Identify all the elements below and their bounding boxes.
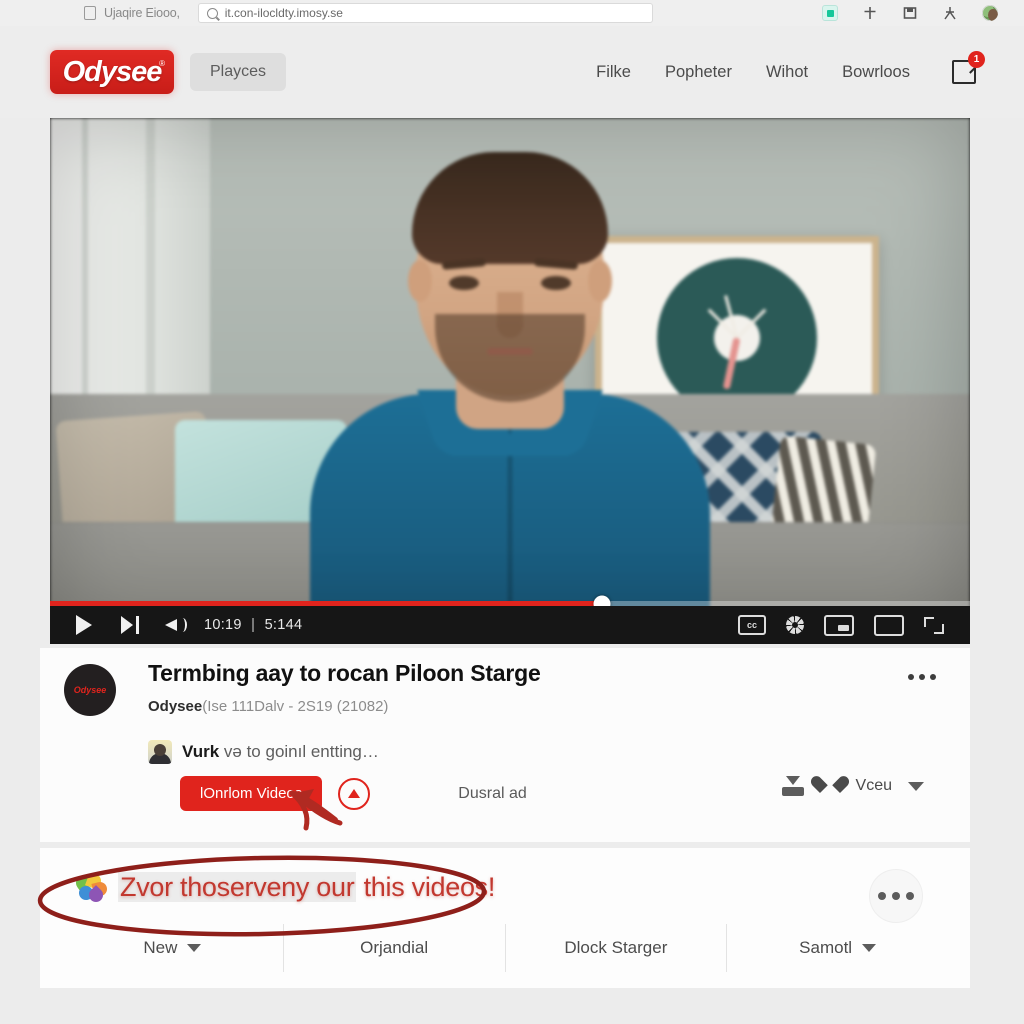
avatar: [148, 740, 172, 764]
header-nav: Filke Popheter Wihot Bowrloos 1: [596, 51, 1024, 84]
time-separator: |: [251, 617, 256, 633]
nav-item-2[interactable]: Wihot: [766, 63, 808, 82]
video-actions: lOnrlom Videos Dusral ad: [180, 776, 527, 811]
search-icon: [206, 7, 218, 19]
extension-icon[interactable]: [822, 5, 838, 21]
video-info-card: Odysee Termbing aay to rocan Piloon Star…: [40, 648, 970, 842]
channel-avatar-text: Odysee: [73, 685, 107, 695]
bottom-tabs: New Orjandial Dlock Starger Samotl: [62, 922, 948, 974]
video-meta: Odysee(Ise 111Dalv - 2S19 (21082): [148, 698, 388, 715]
video-secondary-actions: Vceu: [781, 776, 924, 796]
current-time: 10:19: [204, 617, 242, 633]
tab-new[interactable]: New: [62, 924, 283, 972]
tab-dlock-starger[interactable]: Dlock Starger: [504, 924, 727, 972]
save-icon[interactable]: [902, 6, 918, 21]
browser-tab-title[interactable]: Ujaqire Eiooo,: [104, 6, 180, 20]
heart-icon[interactable]: [820, 777, 840, 795]
browser-toolbar-actions: [822, 5, 1024, 21]
site-header: Odysee ® Playces Filke Popheter Wihot Bo…: [0, 26, 1024, 118]
page-root: Ujaqire Eiooo, it.con-ilocldty.imosy.se …: [0, 0, 1024, 1024]
video-meta-rest: (Ise 111Dalv - 2S19 (21082): [202, 698, 389, 715]
theater-mode-icon[interactable]: [874, 614, 904, 636]
time-display: 10:19 | 5:144: [204, 617, 302, 633]
browser-toolbar: Ujaqire Eiooo, it.con-ilocldty.imosy.se: [0, 0, 1024, 26]
address-bar-url: it.con-ilocldty.imosy.se: [224, 6, 343, 20]
channel-avatar[interactable]: Odysee: [64, 664, 116, 716]
more-options-icon[interactable]: [870, 870, 922, 922]
promo-text: Zvor thoserveny our this videos!: [118, 872, 495, 903]
tab-orjandial-label: Orjandial: [360, 938, 429, 957]
notification-badge: 1: [968, 51, 985, 68]
video-description: Vurk və to goinıl entting…: [148, 740, 379, 764]
notification-button[interactable]: 1: [952, 51, 985, 84]
fullscreen-icon[interactable]: [924, 616, 944, 634]
settings-gear-icon[interactable]: [786, 616, 804, 634]
miniplayer-icon[interactable]: [824, 614, 854, 636]
logo-registered-mark: ®: [159, 59, 165, 68]
promo-text-highlighted: Zvor thoserveny our: [118, 872, 357, 902]
promo-text-trailing: this videos!: [363, 872, 496, 902]
description-text: və to goinıl entting…: [223, 742, 379, 761]
captions-icon[interactable]: cc: [738, 615, 766, 635]
profile-avatar[interactable]: [982, 5, 998, 21]
chevron-down-icon: [862, 944, 877, 952]
player-right-controls: cc: [738, 614, 970, 636]
tab-samotl-label: Samotl: [799, 938, 853, 957]
like-label: Vceu: [855, 777, 892, 794]
ad-label: Dusral ad: [458, 784, 527, 802]
play-icon[interactable]: [72, 613, 96, 637]
tab-favicon: [84, 6, 96, 20]
address-bar[interactable]: it.con-ilocldty.imosy.se: [197, 3, 653, 23]
promo-row: Zvor thoserveny our this videos!: [73, 871, 495, 905]
alert-circle-icon[interactable]: [338, 777, 371, 810]
chevron-down-icon[interactable]: [908, 781, 924, 791]
volume-icon[interactable]: [164, 613, 188, 637]
nav-item-0[interactable]: Filke: [596, 63, 631, 82]
promo-card: Zvor thoserveny our this videos! New Orj…: [40, 848, 970, 988]
next-track-icon[interactable]: [118, 613, 142, 637]
description-author: Vurk: [182, 742, 220, 761]
add-icon[interactable]: [862, 6, 878, 21]
logo-text: Odysee: [62, 55, 163, 88]
tab-orjandial[interactable]: Orjandial: [282, 924, 505, 972]
nav-item-3[interactable]: Bowrloos: [842, 63, 910, 82]
random-videos-button[interactable]: lOnrlom Videos: [180, 776, 323, 811]
tab-new-label: New: [143, 938, 178, 957]
video-meta-channel: Odysee: [148, 698, 203, 715]
more-options-icon[interactable]: [908, 674, 936, 680]
chevron-down-icon: [187, 944, 202, 952]
flower-icon: [73, 871, 109, 905]
people-icon[interactable]: [942, 6, 958, 21]
page-title: Termbing aay to rocan Piloon Starge: [148, 660, 541, 686]
video-frame-image: · · · · · ·: [50, 118, 970, 644]
download-icon[interactable]: [781, 776, 804, 796]
odysee-logo[interactable]: Odysee ®: [50, 50, 174, 94]
duration: 5:144: [264, 617, 303, 633]
places-pill-button[interactable]: Playces: [190, 53, 287, 91]
tab-dlock-starger-label: Dlock Starger: [564, 938, 668, 957]
tab-samotl[interactable]: Samotl: [726, 924, 948, 972]
player-controls: 10:19 | 5:144 cc: [50, 606, 970, 644]
video-player[interactable]: · · · · · ·: [50, 118, 970, 644]
nav-item-1[interactable]: Popheter: [665, 63, 732, 82]
